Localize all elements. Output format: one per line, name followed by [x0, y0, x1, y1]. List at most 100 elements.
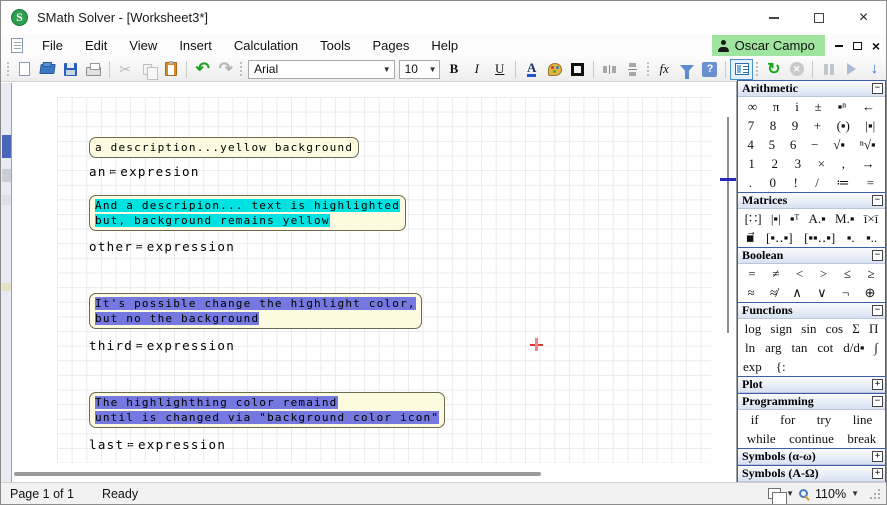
palette-header-symbols-a[interactable]: Symbols (A-Ω)+: [738, 466, 885, 482]
recalculate-button[interactable]: ↻: [762, 59, 785, 80]
palette-button[interactable]: ≔: [836, 175, 849, 191]
worksheet-canvas[interactable]: a description...yellow background an≔expr…: [1, 83, 738, 484]
toolbar-gripper[interactable]: [755, 61, 760, 77]
palette-button[interactable]: log: [745, 321, 762, 337]
menu-calculation[interactable]: Calculation: [223, 34, 309, 57]
palette-button[interactable]: ī×ī: [864, 211, 879, 227]
palette-button[interactable]: ▪..: [866, 230, 877, 246]
align-horizontal-button[interactable]: [598, 59, 621, 80]
palette-button[interactable]: ∞: [748, 99, 757, 115]
palette-button[interactable]: while: [747, 431, 776, 447]
border-button[interactable]: [566, 59, 589, 80]
menu-edit[interactable]: Edit: [74, 34, 118, 57]
palette-button[interactable]: {:: [776, 359, 786, 375]
filter-button[interactable]: [676, 59, 699, 80]
font-name-select[interactable]: Arial▼: [248, 60, 394, 79]
palette-button[interactable]: →: [862, 156, 875, 172]
minimize-button[interactable]: [751, 1, 796, 34]
math-region[interactable]: an≔expresion: [89, 164, 200, 179]
font-size-select[interactable]: 10▼: [399, 60, 441, 79]
maximize-button[interactable]: [796, 1, 841, 34]
palette-button[interactable]: d/d▪: [843, 340, 864, 356]
palette-button[interactable]: ≈: [748, 285, 755, 301]
collapse-icon[interactable]: −: [872, 396, 883, 407]
toolbar-gripper[interactable]: [646, 61, 651, 77]
palette-button[interactable]: exp: [743, 359, 762, 375]
snapshot-button[interactable]: ↓: [863, 59, 886, 80]
bold-button[interactable]: B: [442, 59, 465, 80]
collapse-icon[interactable]: −: [872, 195, 883, 206]
resize-grip[interactable]: [870, 489, 880, 499]
math-region[interactable]: last≔expression: [89, 437, 226, 452]
palette-button[interactable]: cot: [817, 340, 833, 356]
toolbar-gripper[interactable]: [6, 61, 11, 77]
palette-button[interactable]: !: [793, 175, 797, 191]
palette-button[interactable]: ▪ⁿ: [838, 99, 847, 115]
palette-header-boolean[interactable]: Boolean−: [738, 248, 885, 264]
palette-button[interactable]: [▪‥▪]: [766, 230, 793, 246]
vertical-scrollbar[interactable]: [727, 117, 729, 333]
palette-header-arithmetic[interactable]: Arithmetic−: [738, 81, 885, 97]
palette-button[interactable]: ▪.: [847, 230, 855, 246]
palette-button[interactable]: cos: [826, 321, 843, 337]
palette-button[interactable]: ⁿ√▪: [860, 137, 876, 153]
palette-button[interactable]: ⊕: [864, 285, 875, 301]
italic-button[interactable]: I: [465, 59, 488, 80]
collapse-icon[interactable]: −: [872, 305, 883, 316]
palette-button[interactable]: M.▪: [835, 211, 854, 227]
collapse-icon[interactable]: −: [872, 83, 883, 94]
palette-button[interactable]: ,: [842, 156, 845, 172]
menu-insert[interactable]: Insert: [168, 34, 223, 57]
toolbar-gripper[interactable]: [239, 61, 244, 77]
horizontal-scrollbar[interactable]: [14, 472, 541, 476]
palette-button[interactable]: [∷]: [745, 211, 762, 227]
palette-button[interactable]: +: [814, 118, 821, 134]
paste-button[interactable]: [159, 59, 182, 80]
palette-button[interactable]: 3: [795, 156, 802, 172]
palette-button[interactable]: >: [820, 266, 827, 282]
palette-button[interactable]: √▪: [833, 137, 845, 153]
palette-button[interactable]: |▪|: [865, 118, 875, 134]
text-region[interactable]: a description...yellow background: [89, 137, 359, 158]
palette-button[interactable]: ¬: [842, 285, 849, 301]
page-view-icon[interactable]: [768, 488, 781, 499]
close-button[interactable]: ×: [841, 1, 886, 34]
palette-button[interactable]: ▪⃗: [746, 230, 755, 246]
palette-button[interactable]: −: [811, 137, 818, 153]
palette-button[interactable]: ←: [862, 99, 875, 115]
expand-icon[interactable]: +: [872, 451, 883, 462]
palette-button[interactable]: 2: [771, 156, 778, 172]
palette-button[interactable]: for: [780, 412, 795, 428]
palette-header-plot[interactable]: Plot+: [738, 377, 885, 393]
palette-button[interactable]: <: [796, 266, 803, 282]
palette-button[interactable]: ln: [745, 340, 755, 356]
palette-button[interactable]: ∨: [817, 285, 827, 301]
palette-button[interactable]: [▪▪‥▪]: [804, 230, 835, 246]
palette-header-matrices[interactable]: Matrices−: [738, 193, 885, 209]
chevron-down-icon[interactable]: ▼: [786, 489, 794, 498]
menu-tools[interactable]: Tools: [309, 34, 361, 57]
account-badge[interactable]: Oscar Campo: [712, 35, 825, 56]
palette-button[interactable]: break: [847, 431, 876, 447]
text-region[interactable]: The highlighthing color remainduntil is …: [89, 392, 445, 428]
palette-button[interactable]: .: [749, 175, 752, 191]
text-region[interactable]: It's possible change the highlight color…: [89, 293, 422, 329]
underline-button[interactable]: U: [488, 59, 511, 80]
save-button[interactable]: [59, 59, 82, 80]
mdi-minimize-icon[interactable]: [835, 45, 843, 47]
print-button[interactable]: [82, 59, 105, 80]
palette-button[interactable]: 4: [747, 137, 754, 153]
palette-button[interactable]: i: [795, 99, 799, 115]
undo-button[interactable]: ↶: [191, 59, 214, 80]
palette-button[interactable]: ∧: [792, 285, 802, 301]
palette-button[interactable]: 0: [769, 175, 776, 191]
mdi-restore-icon[interactable]: [853, 42, 862, 50]
palette-button[interactable]: 8: [770, 118, 777, 134]
palette-button[interactable]: =: [867, 175, 874, 191]
palette-button[interactable]: ≤: [844, 266, 851, 282]
palette-button[interactable]: A.▪: [809, 211, 826, 227]
palette-button[interactable]: ▪ᵀ: [790, 211, 799, 227]
palette-button[interactable]: sign: [770, 321, 792, 337]
mdi-close-icon[interactable]: ×: [872, 40, 880, 52]
side-panel-toggle-button[interactable]: [730, 59, 753, 80]
